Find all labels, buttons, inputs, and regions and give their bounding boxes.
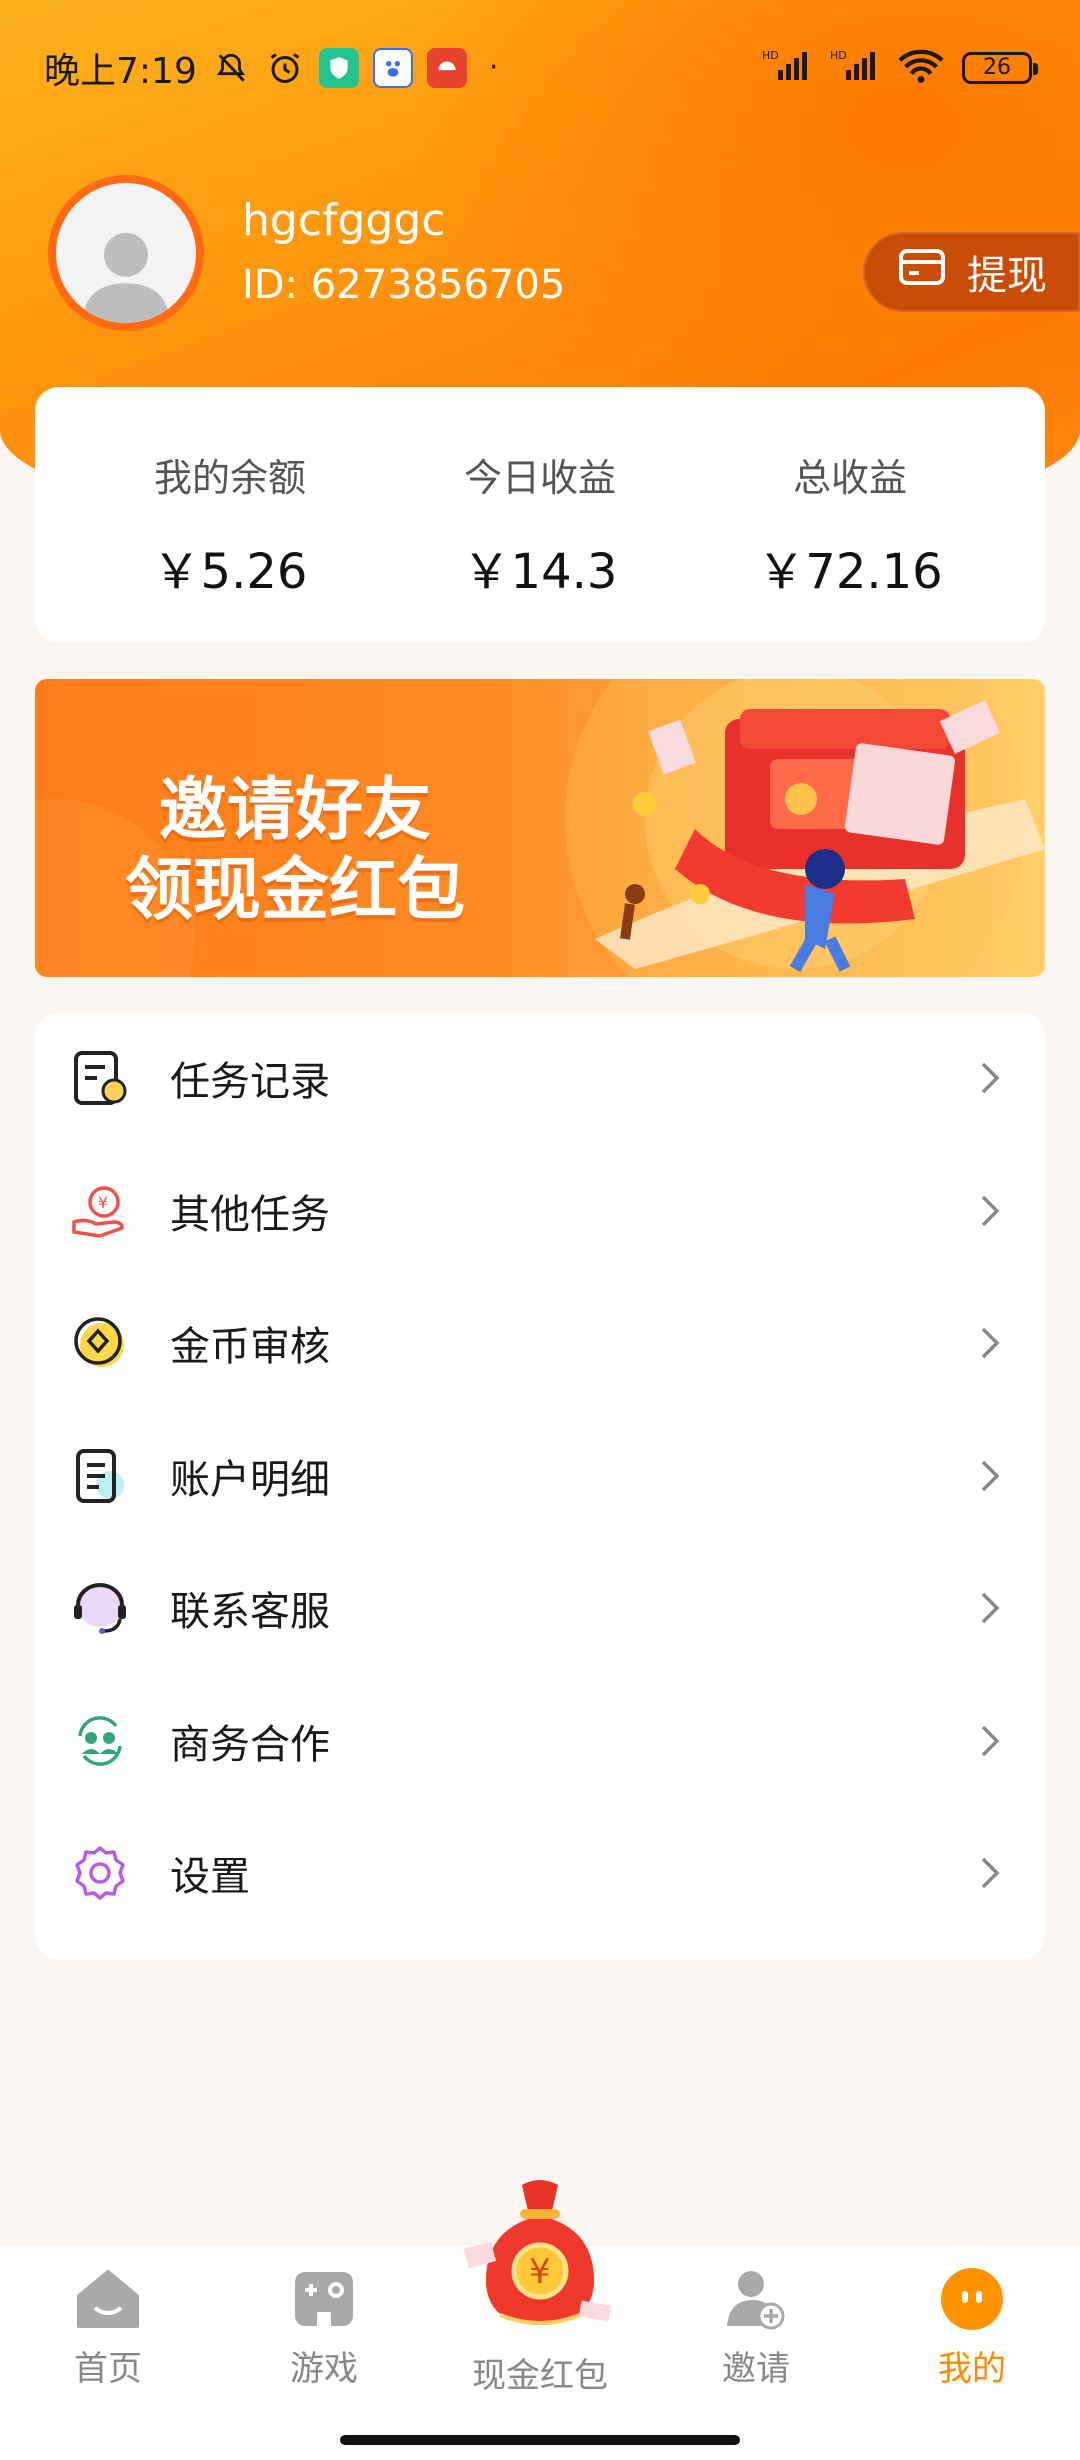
menu-item-label: 任务记录 bbox=[170, 1059, 330, 1106]
chevron-right-icon bbox=[975, 1191, 1005, 1231]
customer-service-icon bbox=[70, 1578, 130, 1638]
earnings-card: 我的余额 ￥5.26 今日收益 ￥14.3 总收益 ￥72.16 bbox=[35, 387, 1045, 643]
menu-item-other-tasks[interactable]: ¥ 其他任务 bbox=[35, 1145, 1045, 1278]
tab-label: 邀请 bbox=[722, 2349, 790, 2389]
menu-item-business-cooperation[interactable]: 商务合作 bbox=[35, 1675, 1045, 1808]
stat-balance[interactable]: 我的余额 ￥5.26 bbox=[80, 387, 380, 643]
stat-label: 我的余额 bbox=[153, 456, 306, 500]
menu-item-label: 商务合作 bbox=[170, 1721, 330, 1768]
red-packet-bag-icon[interactable]: ¥ bbox=[460, 2175, 620, 2335]
tab-home[interactable]: 首页 bbox=[0, 2265, 216, 2390]
tab-me[interactable]: 我的 bbox=[864, 2265, 1080, 2390]
tab-label: 我的 bbox=[938, 2349, 1006, 2389]
tab-invite[interactable]: 邀请 bbox=[648, 2265, 864, 2390]
tab-red-packet[interactable]: 现金红包 bbox=[432, 2340, 648, 2397]
status-bar: 晚上7:19 · HD HD 26 bbox=[0, 0, 1080, 135]
menu-item-coin-review[interactable]: 金币审核 bbox=[35, 1277, 1045, 1410]
chevron-right-icon bbox=[975, 1058, 1005, 1098]
tab-label: 游戏 bbox=[290, 2349, 358, 2389]
withdraw-label: 提现 bbox=[967, 253, 1047, 299]
coin-review-icon bbox=[70, 1313, 130, 1373]
withdraw-button[interactable]: 提现 bbox=[863, 232, 1080, 312]
stat-total-earnings[interactable]: 总收益 ￥72.16 bbox=[700, 387, 1000, 643]
stat-value: ￥14.3 bbox=[462, 544, 618, 600]
stat-label: 总收益 bbox=[792, 456, 907, 500]
menu-item-task-record[interactable]: 任务记录 bbox=[35, 1012, 1045, 1145]
menu-item-label: 设置 bbox=[170, 1854, 250, 1901]
business-cooperation-icon bbox=[70, 1711, 130, 1771]
tab-label: 首页 bbox=[74, 2349, 142, 2389]
status-time: 晚上7:19 bbox=[44, 50, 197, 92]
wallet-card-icon bbox=[899, 248, 945, 296]
shield-app-icon bbox=[318, 47, 359, 88]
stat-value: ￥5.26 bbox=[152, 544, 308, 600]
task-record-icon bbox=[70, 1048, 130, 1108]
menu-item-label: 账户明细 bbox=[170, 1456, 330, 1503]
home-indicator[interactable] bbox=[340, 2435, 740, 2445]
account-details-icon bbox=[70, 1446, 130, 1506]
menu-item-settings[interactable]: 设置 bbox=[35, 1807, 1045, 1940]
tab-game[interactable]: 游戏 bbox=[216, 2265, 432, 2390]
chevron-right-icon bbox=[975, 1721, 1005, 1761]
stat-label: 今日收益 bbox=[463, 456, 616, 500]
chevron-right-icon bbox=[975, 1456, 1005, 1496]
svg-text:¥: ¥ bbox=[529, 2252, 551, 2292]
menu-item-label: 金币审核 bbox=[170, 1324, 330, 1371]
invite-icon bbox=[722, 2265, 790, 2333]
banner-title-line2: 领现金红包 bbox=[124, 851, 465, 930]
user-id: ID: 6273856705 bbox=[242, 262, 566, 308]
username: hgcfgggc bbox=[242, 195, 446, 246]
signal-hd-1-icon: HD bbox=[762, 48, 812, 88]
menu-item-label: 联系客服 bbox=[170, 1589, 330, 1636]
signal-hd-2-icon: HD bbox=[830, 48, 880, 88]
menu-item-account-details[interactable]: 账户明细 bbox=[35, 1410, 1045, 1543]
svg-text:HD: HD bbox=[762, 49, 779, 62]
battery-indicator: 26 bbox=[962, 51, 1038, 84]
chevron-right-icon bbox=[975, 1853, 1005, 1893]
settings-icon bbox=[70, 1843, 130, 1903]
me-icon bbox=[938, 2265, 1006, 2333]
tab-label: 现金红包 bbox=[472, 2356, 608, 2396]
menu-item-label: 其他任务 bbox=[170, 1191, 330, 1238]
default-avatar-icon bbox=[82, 232, 170, 323]
other-tasks-icon: ¥ bbox=[70, 1181, 130, 1241]
home-icon bbox=[74, 2265, 142, 2333]
menu-item-customer-service[interactable]: 联系客服 bbox=[35, 1542, 1045, 1675]
svg-text:HD: HD bbox=[830, 49, 847, 62]
avatar[interactable] bbox=[48, 175, 204, 331]
chevron-right-icon bbox=[975, 1588, 1005, 1628]
more-dot-icon: · bbox=[488, 50, 499, 85]
stat-today-earnings[interactable]: 今日收益 ￥14.3 bbox=[390, 387, 690, 643]
svg-text:¥: ¥ bbox=[98, 1193, 108, 1212]
chevron-right-icon bbox=[975, 1323, 1005, 1363]
mute-icon bbox=[211, 48, 251, 88]
wifi-icon bbox=[898, 48, 944, 88]
baidu-app-icon bbox=[372, 47, 413, 88]
stat-value: ￥72.16 bbox=[757, 544, 943, 600]
red-app-icon bbox=[426, 47, 467, 88]
invite-banner[interactable]: 邀请好友 领现金红包 bbox=[35, 679, 1045, 977]
alarm-icon bbox=[265, 48, 305, 88]
game-icon bbox=[290, 2265, 358, 2333]
menu-list: 任务记录 ¥ 其他任务 金币审核 账户明细 联系客服 商务合作 设置 bbox=[35, 1012, 1045, 1960]
